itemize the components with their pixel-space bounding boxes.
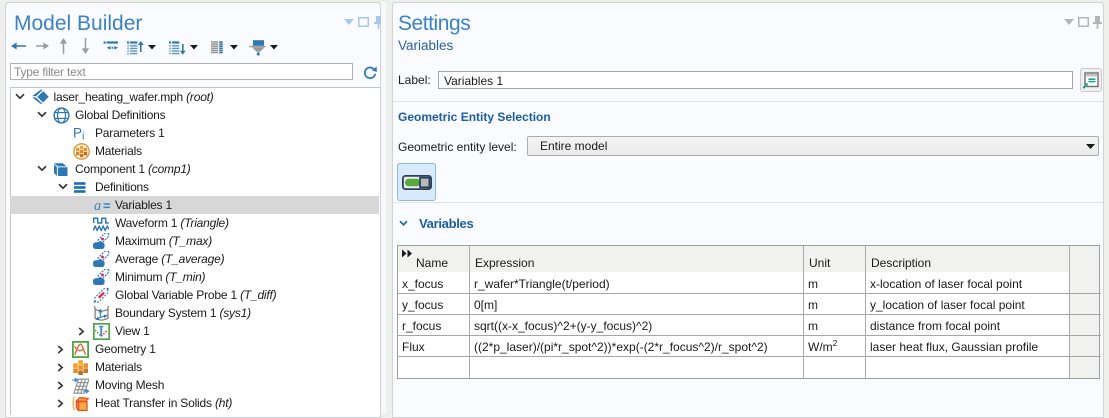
svg-text:i: i <box>82 131 84 142</box>
svg-text:a: a <box>94 198 101 213</box>
svg-text:P: P <box>73 126 82 141</box>
